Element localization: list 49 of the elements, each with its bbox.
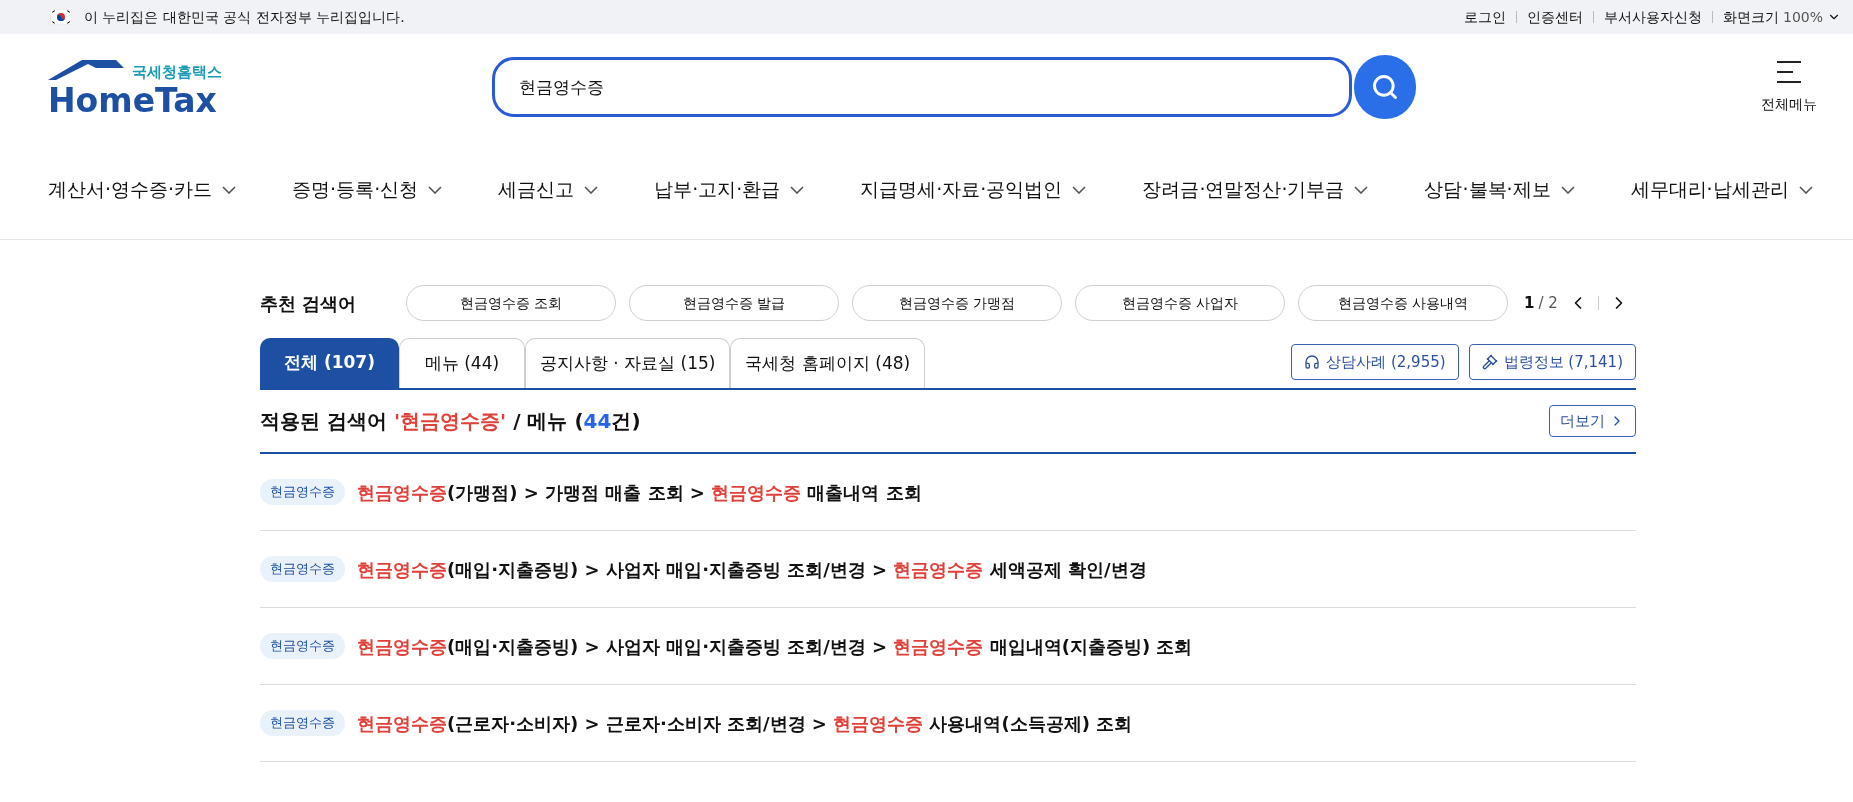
result-link[interactable]: 현금영수증(가맹점) > 가맹점 매출 조회 > 현금영수증 매출내역 조회 [357,478,922,506]
result-link[interactable]: 현금영수증(매입·지출증빙) > 사업자 매입·지출증빙 조회/변경 > 현금영수증 세액공제 확인/변경 [357,555,1147,583]
category-tag: 현금영수증 [260,710,345,736]
result-tab[interactable]: 메뉴 (44) [398,338,525,388]
chevron-down-icon [1560,185,1575,194]
nav-menu-item[interactable]: 장려금·연말정산·기부금 [1142,175,1369,204]
top-link[interactable]: 로그인 [1453,6,1516,28]
chevron-down-icon [428,185,443,194]
category-tag: 현금영수증 [260,556,345,582]
logo-title: HomeTax [48,83,218,117]
menu-icon [1774,59,1804,84]
section-heading: 적용된 검색어 '현금영수증' / 메뉴 (44건) [260,408,641,435]
side-link-button[interactable]: 법령정보 (7,141) [1468,344,1636,380]
category-tag: 현금영수증 [260,633,345,659]
nav-menu-item[interactable]: 상담·불복·제보 [1424,175,1575,204]
gov-banner-text: 이 누리집은 대한민국 공식 전자정부 누리집입니다. [84,7,405,27]
nav-menu-item[interactable]: 지급명세·자료·공익법인 [860,175,1087,204]
nav-menu-item[interactable]: 세금신고 [498,175,599,204]
search-field[interactable]: 현금영수증 [492,57,1352,117]
search-icon [1371,73,1399,101]
flag-icon [50,9,72,25]
gavel-icon [1481,354,1498,370]
result-tab[interactable]: 공지사항 · 자료실 (15) [524,338,731,388]
chevron-down-icon [222,185,237,194]
chevron-down-icon [584,185,599,194]
result-link[interactable]: 현금영수증(매입·지출증빙) > 사업자 매입·지출증빙 조회/변경 > 현금영수증 매입내역(지출증빙) 조회 [357,632,1193,660]
more-button[interactable]: 더보기 [1549,405,1636,437]
headset-icon [1304,354,1321,370]
page-total: / 2 [1538,292,1558,314]
nav-menu-item[interactable]: 납부·고지·환급 [654,175,805,204]
side-link-button[interactable]: 상담사례 (2,955) [1291,344,1459,380]
nav-menu-item[interactable]: 증명·등록·신청 [292,175,443,204]
chevron-down-icon [1798,185,1813,194]
nav-menu-item[interactable]: 세무대리·납세관리 [1630,175,1813,204]
result-tab[interactable]: 전체 (107) [260,338,399,388]
chevron-down-icon [1072,185,1087,194]
page-current: 1 [1524,292,1535,314]
zoom-control[interactable]: 화면크기 100% [1712,6,1841,28]
logo-subtitle: 국세청홈택스 [132,64,222,80]
category-tag: 현금영수증 [260,479,345,505]
result-tab[interactable]: 국세청 홈페이지 (48) [730,338,926,388]
chevron-down-icon [1354,185,1369,194]
top-link[interactable]: 인증센터 [1516,6,1593,28]
chevron-down-icon [790,185,805,194]
top-link[interactable]: 부서사용자신청 [1593,6,1712,28]
recommended-label: 추천 검색어 [260,291,358,316]
result-link[interactable]: 현금영수증(근로자·소비자) > 근로자·소비자 조회/변경 > 현금영수증 사용내역(소득공제) 조회 [357,709,1133,737]
nav-menu-item[interactable]: 계산서·영수증·카드 [48,175,237,204]
all-menu-button[interactable]: 전체메뉴 [1761,59,1817,115]
